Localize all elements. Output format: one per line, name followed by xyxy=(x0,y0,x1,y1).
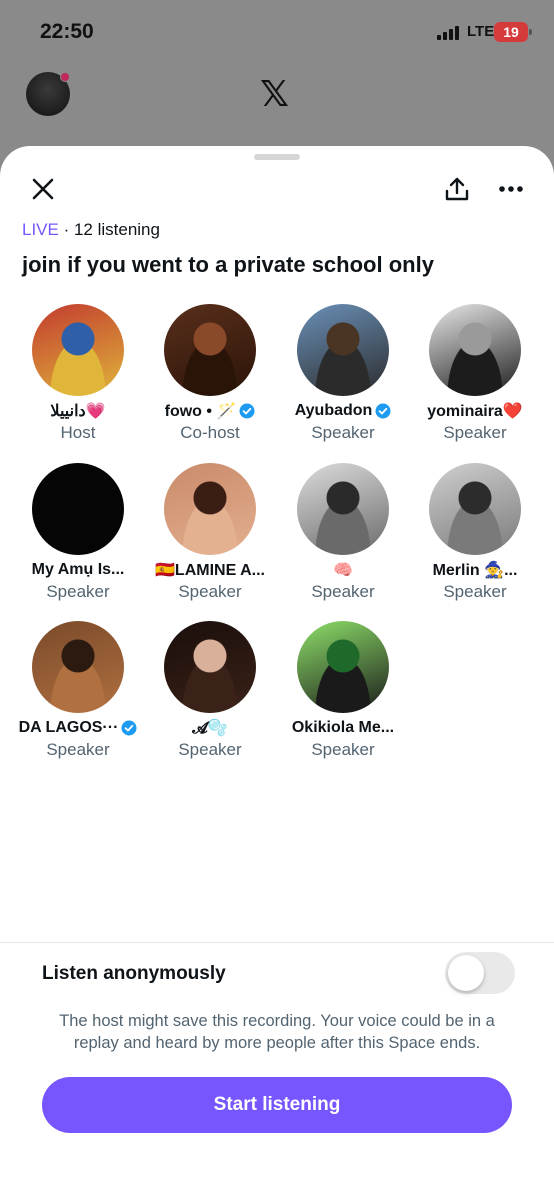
participant-avatar xyxy=(297,304,389,396)
participant-role: Speaker xyxy=(311,423,375,442)
start-listening-button[interactable]: Start listening xyxy=(42,1077,512,1133)
status-time: 22:50 xyxy=(40,20,94,43)
close-button[interactable] xyxy=(26,172,60,206)
close-icon xyxy=(32,178,54,200)
participant-name-row: دانييلا💗 xyxy=(12,400,144,422)
participant-name-row: Merlin 🧙... xyxy=(409,559,541,581)
participant-name: DA LAGOS··· xyxy=(18,719,119,736)
listen-anonymously-toggle[interactable] xyxy=(445,952,515,994)
divider xyxy=(0,942,554,943)
listening-count: · 12 listening xyxy=(58,220,160,239)
participant-avatar xyxy=(32,304,124,396)
participant-role: Co-host xyxy=(180,423,240,442)
participant-role: Speaker xyxy=(46,582,110,601)
participant-card[interactable]: yominaira❤️ Speaker xyxy=(409,304,541,443)
participant-role: Speaker xyxy=(311,582,375,601)
participant-name: دانييلا💗 xyxy=(50,403,106,420)
share-button[interactable] xyxy=(440,172,474,206)
participant-role: Speaker xyxy=(443,423,507,442)
space-title: join if you went to a private school onl… xyxy=(22,252,434,277)
participant-name-row: My Amụ Is... xyxy=(12,559,144,581)
participant-role: Speaker xyxy=(178,740,242,759)
participant-name-row: 🇪🇸LAMINE A... xyxy=(144,559,276,581)
listen-anonymously-label: Listen anonymously xyxy=(42,963,226,984)
notification-dot xyxy=(60,72,70,82)
participant-name-row: fowo • 🪄 xyxy=(144,400,276,422)
participant-avatar xyxy=(32,463,124,555)
participant-name-row: yominaira❤️ xyxy=(409,400,541,422)
sheet-grabber[interactable] xyxy=(254,154,300,160)
participant-card[interactable]: Okikiola Me... Speaker xyxy=(277,621,409,760)
participant-name-row: DA LAGOS··· xyxy=(12,717,144,739)
verified-badge-icon xyxy=(375,403,391,419)
participant-card[interactable]: 𝓐🫧 Speaker xyxy=(144,621,276,760)
live-status: LIVE · 12 listening xyxy=(22,220,160,240)
participant-name: yominaira❤️ xyxy=(427,403,523,420)
share-icon xyxy=(445,177,469,201)
participant-name-row: Okikiola Me... xyxy=(277,717,409,739)
network-type: LTE xyxy=(467,23,495,40)
verified-badge-icon xyxy=(121,720,137,736)
participant-name: 𝓐🫧 xyxy=(192,720,228,737)
battery-level: 19 xyxy=(503,24,519,40)
participant-name-row: 𝓐🫧 xyxy=(144,717,276,739)
participant-name: 🧠 xyxy=(333,562,353,579)
participant-avatar xyxy=(297,621,389,713)
verified-badge-icon xyxy=(239,403,255,419)
participant-role: Speaker xyxy=(311,740,375,759)
participant-card[interactable]: DA LAGOS··· Speaker xyxy=(12,621,144,760)
participant-avatar xyxy=(297,463,389,555)
participant-role: Host xyxy=(60,423,96,442)
participant-role: Speaker xyxy=(443,582,507,601)
participant-name: fowo • 🪄 xyxy=(164,403,237,420)
recording-notice: The host might save this recording. Your… xyxy=(59,1012,495,1052)
participant-avatar xyxy=(164,621,256,713)
participant-name-row: Ayubadon xyxy=(277,400,409,422)
participant-name: Ayubadon xyxy=(294,402,373,419)
participant-card[interactable]: Ayubadon Speaker xyxy=(277,304,409,443)
more-icon xyxy=(499,186,523,192)
participant-name: 🇪🇸LAMINE A... xyxy=(155,562,265,579)
participant-card[interactable]: 🧠 Speaker xyxy=(277,463,409,602)
participant-card[interactable]: fowo • 🪄 Co-host xyxy=(144,304,276,443)
participant-card[interactable]: Merlin 🧙... Speaker xyxy=(409,463,541,602)
participant-role: Speaker xyxy=(178,582,242,601)
more-options-button[interactable] xyxy=(494,172,528,206)
participant-name-row: 🧠 xyxy=(277,559,409,581)
x-logo-icon: 𝕏 xyxy=(260,74,290,115)
participant-name: Merlin 🧙... xyxy=(432,562,518,579)
participant-avatar xyxy=(429,463,521,555)
participant-card[interactable]: My Amụ Is... Speaker xyxy=(12,463,144,602)
live-label: LIVE xyxy=(22,220,59,239)
cellular-signal-icon xyxy=(437,26,459,40)
participant-avatar xyxy=(32,621,124,713)
participant-name: Okikiola Me... xyxy=(291,719,395,736)
status-bar: 22:50 LTE 19 xyxy=(0,0,554,64)
participant-avatar xyxy=(164,304,256,396)
participant-role: Speaker xyxy=(46,740,110,759)
participant-card[interactable]: 🇪🇸LAMINE A... Speaker xyxy=(144,463,276,602)
space-sheet: LIVE · 12 listening join if you went to … xyxy=(0,146,554,1199)
battery-icon: 19 xyxy=(494,22,532,42)
participant-avatar xyxy=(429,304,521,396)
toggle-knob xyxy=(448,955,484,991)
participant-name: My Amụ Is... xyxy=(31,561,125,578)
participant-card[interactable]: دانييلا💗 Host xyxy=(12,304,144,443)
participant-avatar xyxy=(164,463,256,555)
